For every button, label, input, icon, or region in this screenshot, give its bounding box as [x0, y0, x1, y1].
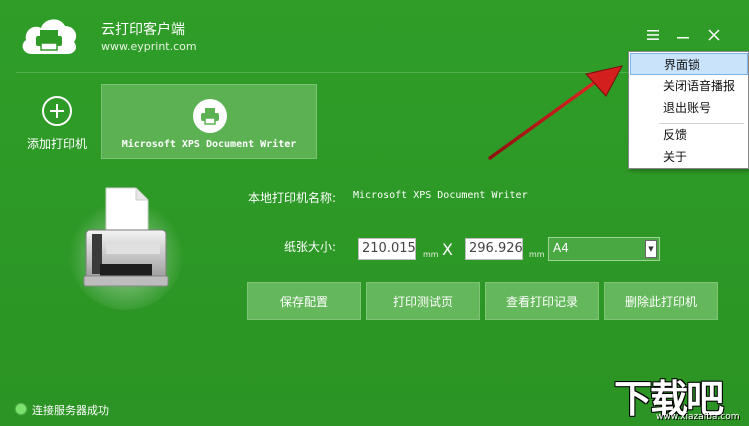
red-arrow-annotation [486, 62, 626, 162]
print-test-page-button[interactable]: 打印测试页 [366, 282, 480, 320]
width-unit: mm [423, 250, 439, 259]
menu-item-feedback[interactable]: 反馈 [630, 124, 748, 146]
hamburger-icon[interactable] [642, 24, 664, 46]
menu-item-about[interactable]: 关于 [630, 146, 748, 168]
close-icon[interactable] [703, 24, 725, 46]
status-text: 连接服务器成功 [32, 404, 109, 417]
app-title: 云打印客户端 [101, 22, 185, 38]
settings-dropdown-menu: 界面锁 关闭语音播报 退出账号 反馈 关于 [628, 51, 749, 169]
add-printer-label: 添加打印机 [26, 137, 87, 151]
paper-height-input[interactable]: 296.926 [465, 238, 523, 260]
printer-card[interactable]: Microsoft XPS Document Writer [101, 84, 317, 159]
menu-item-lock-ui[interactable]: 界面锁 [630, 53, 748, 75]
app-window: 云打印客户端 www.eyprint.com 添加打印机 Microsoft X… [0, 0, 749, 426]
times-symbol: X [442, 240, 453, 259]
minimize-icon[interactable] [672, 24, 694, 46]
add-printer-button[interactable]: 添加打印机 [24, 96, 90, 156]
app-url: www.eyprint.com [101, 40, 197, 53]
view-print-records-button[interactable]: 查看打印记录 [485, 282, 599, 320]
printer-card-label: Microsoft XPS Document Writer [121, 139, 297, 150]
plus-icon [42, 96, 72, 126]
save-config-button[interactable]: 保存配置 [247, 282, 361, 320]
status-indicator-icon [16, 404, 26, 414]
cloud-printer-logo-icon [18, 14, 80, 60]
menu-item-logout[interactable]: 退出账号 [630, 97, 748, 119]
printer-name-value: Microsoft XPS Document Writer [353, 190, 528, 201]
printer-illustration-icon [66, 172, 186, 312]
menu-item-disable-voice[interactable]: 关闭语音播报 [630, 75, 748, 97]
delete-printer-button[interactable]: 删除此打印机 [604, 282, 718, 320]
printer-name-label: 本地打印机名称: [248, 191, 337, 205]
watermark-url: www.xiazaiba.com [656, 412, 740, 422]
chevron-down-icon[interactable]: ▼ [645, 240, 657, 258]
watermark: 下载吧 www.xiazaiba.com [610, 368, 749, 426]
paper-size-select-value: A4 [553, 241, 569, 255]
paper-size-select[interactable]: A4 ▼ [548, 237, 660, 261]
height-unit: mm [529, 250, 545, 259]
paper-width-input[interactable]: 210.015 [358, 238, 416, 260]
paper-size-label: 纸张大小: [284, 240, 337, 254]
printer-icon [193, 99, 227, 133]
